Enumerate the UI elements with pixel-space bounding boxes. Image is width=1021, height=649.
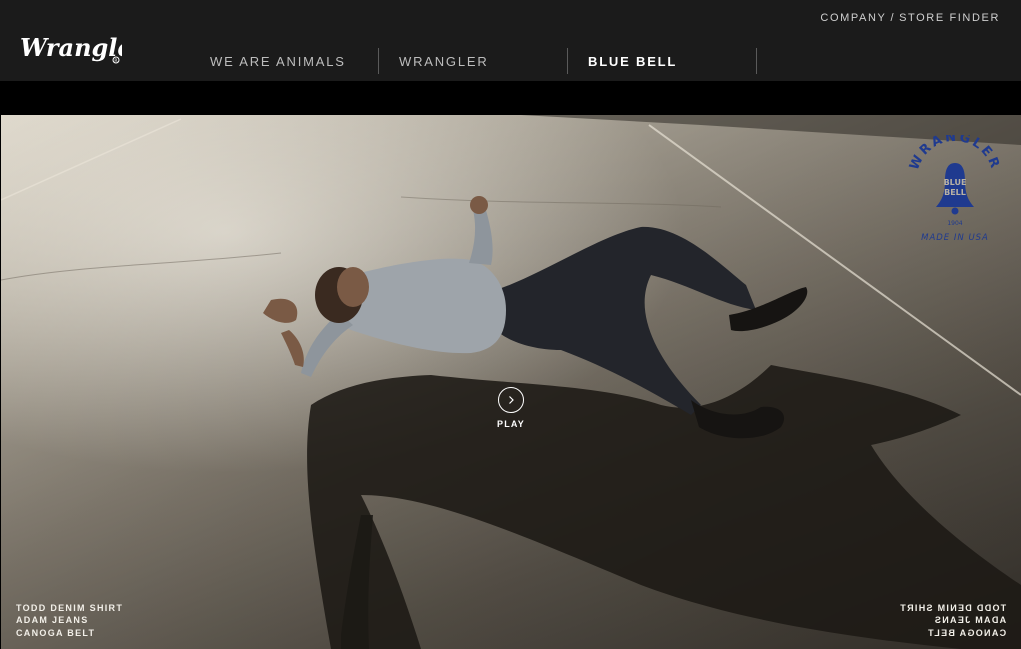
hero-photo: [1, 115, 1021, 649]
credit-line: CANOGA BELT: [926, 627, 1006, 638]
store-finder-link[interactable]: STORE FINDER: [899, 12, 1000, 24]
badge-bell-text-2: BELL: [944, 188, 966, 197]
chevron-right-icon: [509, 396, 514, 404]
nav-item-wrangler[interactable]: WRANGLER: [379, 48, 568, 74]
svg-text:R: R: [114, 58, 117, 64]
main-nav: WE ARE ANIMALS WRANGLER BLUE BELL: [190, 48, 757, 74]
product-credits-left: TODD DENIM SHIRT ADAM JEANS CANOGA BELT: [16, 602, 123, 640]
site-header: Wrangler R COMPANY /STORE FINDER WE ARE A…: [0, 0, 1021, 81]
credit-line: ADAM JEANS: [933, 615, 1006, 625]
utility-nav: COMPANY / STORE FINDER: [820, 12, 1000, 24]
product-credits-right-mirrored: TODD DENIM SHIRT ADAM JEANS CANOGA BELT: [899, 602, 1006, 640]
badge-bottom-text: MADE IN USA: [921, 233, 989, 243]
company-link[interactable]: COMPANY: [820, 12, 886, 24]
play-label: PLAY: [497, 419, 525, 429]
credit-line: ADAM JEANS: [16, 615, 89, 625]
wrangler-logo-text: Wrangler: [20, 33, 122, 62]
credit-line: TODD DENIM SHIRT: [16, 602, 124, 613]
badge-bell-text-1: BLUE: [944, 178, 967, 187]
credit-line: CANOGA BELT: [16, 627, 96, 638]
play-button[interactable]: PLAY: [485, 387, 537, 429]
wrangler-logo[interactable]: Wrangler R: [18, 28, 122, 70]
hero-video[interactable]: WRANGLER BLUE BELL 1904 MADE IN USA PLAY…: [1, 115, 1021, 649]
wrangler-logo-icon: Wrangler R: [20, 33, 122, 64]
credit-line: TODD DENIM SHIRT: [898, 602, 1006, 613]
nav-item-label: WE ARE ANIMALS: [210, 53, 346, 69]
badge-year: 1904: [947, 220, 962, 227]
blue-bell-badge: WRANGLER BLUE BELL 1904 MADE IN USA: [907, 135, 1000, 243]
utility-separator: /: [890, 12, 896, 24]
nav-item-label: BLUE BELL: [588, 53, 678, 69]
nav-item-blue-bell[interactable]: BLUE BELL: [568, 48, 757, 74]
nav-item-we-are-animals[interactable]: WE ARE ANIMALS: [190, 48, 379, 74]
header-spacer-band: [0, 81, 1021, 115]
play-icon: [498, 387, 524, 413]
nav-item-label: WRANGLER: [399, 53, 489, 69]
